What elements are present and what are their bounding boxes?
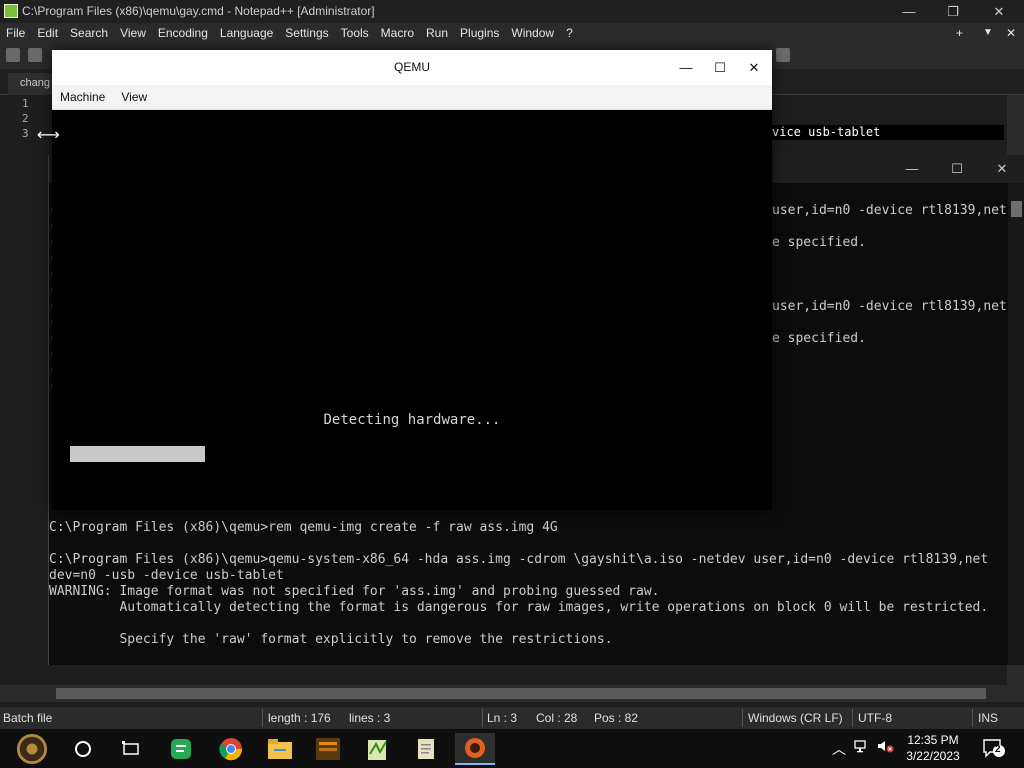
qemu-maximize-button[interactable]: ☐ [703,50,737,85]
notepadpp-titlebar: C:\Program Files (x86)\qemu\gay.cmd - No… [0,0,1024,23]
editor-horizontal-scrollbar[interactable] [0,685,1024,702]
status-lines: lines : 3 [349,711,391,725]
menu-file[interactable]: File [0,23,31,43]
tab-document[interactable]: chang [8,73,58,95]
qemu-title: QEMU [394,60,430,74]
line-number-gutter: 1 2 3 [0,95,44,685]
qemu-guest-display[interactable]: Detecting hardware... [52,110,772,510]
notepadpp-taskbar-icon[interactable] [357,733,397,765]
cmd-scroll-thumb[interactable] [1011,201,1022,217]
menu-bar: File Edit Search View Encoding Language Settin… [0,23,1024,43]
cmd-line: Specify the 'raw' format explicitly to r… [49,632,613,647]
chrome-icon[interactable] [211,733,251,765]
status-line: Ln : 3 [487,711,518,725]
line-number: 3 [22,127,29,140]
line-number: 2 [22,112,29,125]
status-insert-mode: INS [978,711,999,725]
minimize-button[interactable]: — [886,0,932,23]
cmd-vertical-scrollbar[interactable] [1008,183,1024,665]
taskbar: ︿ 12:35 PM 3/22/2023 2 [0,729,1024,768]
cmd-line: C:\Program Files (x86)\qemu>qemu-system-… [49,552,989,567]
cmd-maximize-button[interactable]: ☐ [934,155,980,183]
maximize-button[interactable]: ❐ [930,0,976,23]
menu-search[interactable]: Search [64,23,114,43]
cmd-line: WARNING: Image format was not specified … [49,584,660,599]
volume-muted-icon[interactable] [877,739,895,756]
qemu-menu-bar: Machine View [52,85,772,110]
menu-tools[interactable]: Tools [335,23,375,43]
menu-language[interactable]: Language [214,23,279,43]
qemu-menu-machine[interactable]: Machine [52,85,113,110]
menu-encoding[interactable]: Encoding [152,23,214,43]
boot-progress-bar [70,446,205,462]
cmd-line-fragment: user,id=n0 -device rtl8139,net [772,203,1007,218]
status-bar: Batch file length : 176 lines : 3 Ln : 3… [0,707,1024,729]
window-title: C:\Program Files (x86)\qemu\gay.cmd - No… [22,4,375,18]
app-thumbnail-icon[interactable] [308,733,348,765]
notepadpp-logo-icon [4,4,18,18]
hscroll-thumb[interactable] [56,688,986,699]
clock[interactable]: 12:35 PM 3/22/2023 [900,732,966,764]
network-icon[interactable] [854,739,870,756]
status-pos: Pos : 82 [594,711,639,725]
menu-plugins[interactable]: Plugins [454,23,505,43]
cmd-line: dev=n0 -usb -device usb-tablet [49,568,284,583]
qemu-close-button[interactable]: ✕ [737,50,771,85]
qemu-minimize-button[interactable]: — [669,50,703,85]
qemu-titlebar: QEMU — ☐ ✕ [52,50,772,85]
tab-list-icon[interactable]: ▼ [983,23,993,43]
settings-gear-icon[interactable] [776,48,790,62]
close-doc-icon[interactable]: ✕ [1006,23,1016,43]
menu-macro[interactable]: Macro [375,23,420,43]
cmd-close-button[interactable]: ✕ [979,155,1024,183]
status-col: Col : 28 [536,711,578,725]
qemu-window: QEMU — ☐ ✕ Machine View Detecting hardwar… [52,50,772,510]
notepad-taskbar-icon[interactable] [406,733,446,765]
new-file-icon[interactable] [6,48,20,62]
start-button[interactable] [12,733,52,765]
status-encoding: UTF-8 [858,711,892,725]
new-tab-icon[interactable]: + [956,23,963,43]
cmd-line-fragment: user,id=n0 -device rtl8139,net [772,299,1007,314]
clock-time: 12:35 PM [907,733,959,747]
cmd-line-fragment: e specified. [772,331,866,346]
tray-chevron-icon[interactable]: ︿ [832,739,846,759]
search-circle-icon[interactable] [63,733,103,765]
close-button[interactable]: ✕ [976,0,1022,23]
cmd-line-fragment: e specified. [772,235,866,250]
menu-edit[interactable]: Edit [31,23,64,43]
qemu-taskbar-icon[interactable] [455,733,495,765]
cmd-line: Automatically detecting the format is da… [49,600,989,615]
status-length: length : 176 [268,711,331,725]
open-file-icon[interactable] [28,48,42,62]
file-explorer-icon[interactable] [260,733,300,765]
line-number: 1 [22,97,29,110]
resize-cursor-icon: ⟷ [37,127,60,144]
notification-count-badge: 2 [995,744,1001,755]
menu-run[interactable]: Run [420,23,454,43]
cmd-line: C:\Program Files (x86)\qemu>rem qemu-img… [49,520,558,535]
menu-help[interactable]: ? [560,23,579,43]
status-eol: Windows (CR LF) [748,711,843,725]
menu-settings[interactable]: Settings [279,23,334,43]
qemu-menu-view[interactable]: View [113,85,155,110]
clock-date: 3/22/2023 [906,749,960,763]
menu-view[interactable]: View [114,23,152,43]
cmd-minimize-button[interactable]: — [889,155,935,183]
status-language: Batch file [3,711,53,725]
menu-window[interactable]: Window [505,23,560,43]
code-line-3: vice usb-tablet [772,125,1004,140]
notification-center-icon[interactable]: 2 [982,738,1006,758]
boot-message: Detecting hardware... [323,412,501,428]
task-view-icon[interactable] [111,733,151,765]
chat-app-icon[interactable] [161,733,201,765]
